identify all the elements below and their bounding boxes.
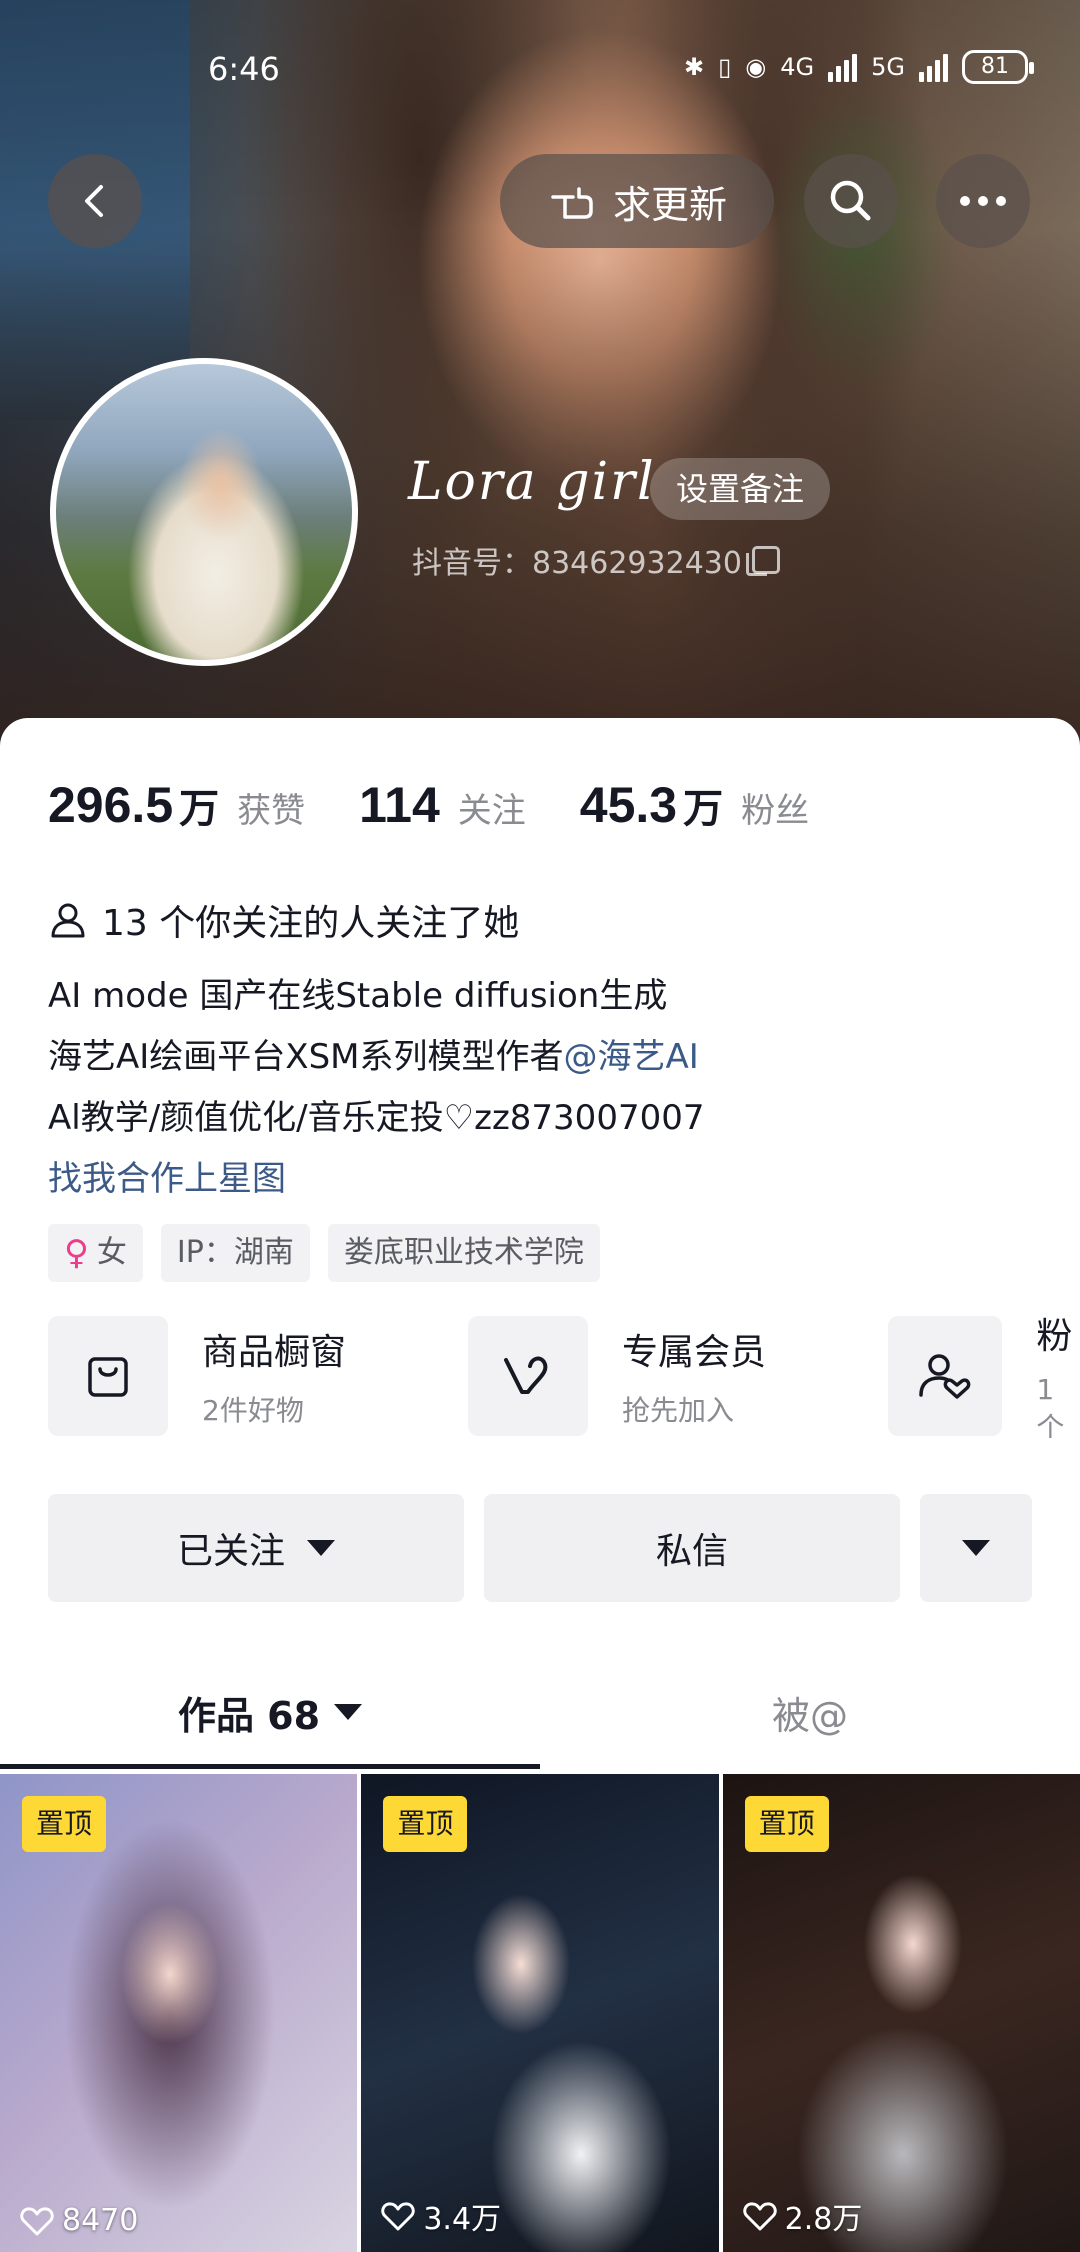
status-bar: 6:46 ✱ ▯ ◉ 4G 5G 81 bbox=[0, 40, 1080, 100]
status-icons: ✱ ▯ ◉ 4G 5G 81 bbox=[683, 50, 1034, 84]
bio-line-2-text: 海艺AI绘画平台XSM系列模型作者 bbox=[48, 1037, 564, 1077]
video-likes: 2.8万 bbox=[743, 2194, 863, 2238]
shop-window-title: 商品橱窗 bbox=[202, 1332, 347, 1373]
xingtu-cooperation-link[interactable]: 找我合作上星图 bbox=[48, 1149, 704, 1210]
status-time: 6:46 bbox=[208, 50, 280, 88]
stat-following[interactable]: 114 关注 bbox=[359, 776, 526, 834]
school-tag[interactable]: 娄底职业技术学院 bbox=[327, 1224, 600, 1282]
copy-icon[interactable] bbox=[745, 546, 780, 576]
stat-following-number: 114 bbox=[359, 777, 440, 833]
exclusive-member-sub: 抢先加入 bbox=[622, 1394, 735, 1427]
video-likes: 8470 bbox=[20, 2203, 138, 2238]
followed-button[interactable]: 已关注 bbox=[48, 1494, 464, 1602]
content-tabs: 作品 68 被@ bbox=[0, 1660, 1080, 1768]
douyin-id-row[interactable]: 抖音号：83462932430 bbox=[412, 538, 780, 582]
video-thumbnail[interactable]: 置顶 8470 bbox=[0, 1774, 358, 2252]
message-button[interactable]: 私信 bbox=[484, 1494, 900, 1602]
signal-icon-2 bbox=[919, 52, 948, 82]
more-button[interactable] bbox=[936, 154, 1030, 248]
bio-line-1: AI mode 国产在线Stable diffusion生成 bbox=[48, 976, 668, 1016]
service-entries: 商品橱窗 2件好物 专属会员 抢先加入 粉 1个 bbox=[48, 1314, 1080, 1438]
gender-text: 女 bbox=[96, 1235, 127, 1270]
person-icon bbox=[51, 903, 85, 938]
set-remark-button[interactable]: 设置备注 bbox=[650, 458, 831, 520]
search-button[interactable] bbox=[804, 154, 898, 248]
video-likes: 3.4万 bbox=[381, 2194, 501, 2238]
profile-stats: 296.5 万 获赞 114 关注 45.3 万 粉丝 bbox=[48, 776, 863, 834]
stat-likes-label: 获赞 bbox=[237, 791, 306, 831]
caret-down-icon bbox=[962, 1540, 990, 1556]
chevron-left-icon bbox=[85, 185, 103, 217]
request-update-label: 求更新 bbox=[612, 182, 727, 227]
stat-likes-unit: 万 bbox=[179, 786, 220, 832]
stat-followers-unit: 万 bbox=[683, 786, 724, 832]
female-icon: ♀ bbox=[64, 1233, 89, 1273]
caret-down-icon bbox=[307, 1540, 335, 1556]
ip-location-tag: IP：湖南 bbox=[160, 1224, 310, 1282]
tab-works[interactable]: 作品 68 bbox=[0, 1660, 540, 1764]
stat-followers-number: 45.3 bbox=[579, 777, 678, 833]
bluetooth-icon: ✱ bbox=[683, 53, 705, 81]
video-likes-count: 8470 bbox=[62, 2203, 139, 2238]
search-icon bbox=[830, 180, 871, 221]
more-dots-icon bbox=[960, 196, 1006, 206]
signal-icon bbox=[828, 52, 858, 82]
video-likes-count: 3.4万 bbox=[423, 2202, 502, 2237]
fan-group-title: 粉 bbox=[1036, 1315, 1073, 1357]
profile-nickname: Lora girl bbox=[408, 452, 656, 512]
shop-window-sub: 2件好物 bbox=[202, 1394, 304, 1427]
exclusive-member-entry[interactable]: 专属会员 抢先加入 bbox=[468, 1314, 766, 1438]
fan-group-icon bbox=[888, 1316, 1003, 1436]
fan-group-entry[interactable]: 粉 1个 bbox=[888, 1314, 1080, 1438]
profile-actions: 已关注 私信 bbox=[48, 1494, 1032, 1602]
heart-icon bbox=[743, 2202, 777, 2231]
stat-likes-number: 296.5 bbox=[48, 777, 174, 833]
tab-works-label: 作品 68 bbox=[177, 1693, 321, 1738]
heart-icon bbox=[20, 2206, 54, 2235]
mutual-follow-row[interactable]: 13 个你关注的人关注了她 bbox=[48, 894, 519, 946]
pinned-badge: 置顶 bbox=[383, 1796, 468, 1852]
profile-bio: AI mode 国产在线Stable diffusion生成 海艺AI绘画平台X… bbox=[48, 966, 704, 1210]
bio-line-3: Al教学/颜值优化/音乐定投♡zz873007007 bbox=[48, 1098, 705, 1138]
v-heart-icon bbox=[468, 1316, 588, 1436]
exclusive-member-title: 专属会员 bbox=[622, 1332, 767, 1373]
network-4g-label: 4G bbox=[780, 53, 815, 81]
request-update-button[interactable]: 求更新 bbox=[500, 154, 774, 248]
active-tab-indicator bbox=[0, 1764, 540, 1769]
fan-group-sub: 1个 bbox=[1036, 1372, 1065, 1439]
heart-icon bbox=[381, 2202, 415, 2231]
network-5g-label: 5G bbox=[871, 53, 905, 81]
bio-mention-link[interactable]: @海艺AI bbox=[564, 1037, 699, 1077]
pinned-badge: 置顶 bbox=[22, 1796, 107, 1852]
battery-indicator: 81 bbox=[962, 50, 1034, 84]
douyin-id-text: 抖音号：83462932430 bbox=[412, 546, 742, 581]
more-actions-button[interactable] bbox=[920, 1494, 1032, 1602]
profile-tags: ♀ 女 IP：湖南 娄底职业技术学院 bbox=[48, 1224, 600, 1282]
back-button[interactable] bbox=[48, 154, 142, 248]
hotspot-icon: ◉ bbox=[745, 53, 767, 81]
stat-likes: 296.5 万 获赞 bbox=[48, 776, 305, 834]
bag-icon bbox=[48, 1316, 168, 1436]
avatar[interactable] bbox=[50, 358, 358, 666]
pinned-badge: 置顶 bbox=[744, 1796, 829, 1852]
video-grid: 置顶 8470 置顶 3.4万 置顶 2.8万 bbox=[0, 1774, 1080, 2252]
gender-tag: ♀ 女 bbox=[48, 1224, 143, 1282]
tab-mentioned-label: 被@ bbox=[771, 1693, 848, 1738]
video-thumbnail[interactable]: 置顶 3.4万 bbox=[361, 1774, 719, 2252]
vibrate-icon: ▯ bbox=[718, 53, 732, 81]
tab-mentioned[interactable]: 被@ bbox=[540, 1660, 1080, 1764]
stat-followers[interactable]: 45.3 万 粉丝 bbox=[580, 776, 809, 834]
caret-down-icon bbox=[334, 1704, 363, 1720]
bio-line-2: 海艺AI绘画平台XSM系列模型作者@海艺AI bbox=[48, 1027, 704, 1088]
mutual-follow-text: 13 个你关注的人关注了她 bbox=[102, 903, 520, 944]
stat-following-label: 关注 bbox=[457, 791, 526, 831]
shop-window-entry[interactable]: 商品橱窗 2件好物 bbox=[48, 1314, 346, 1438]
video-thumbnail[interactable]: 置顶 2.8万 bbox=[722, 1774, 1080, 2252]
pointing-hand-icon bbox=[551, 187, 593, 219]
video-likes-count: 2.8万 bbox=[784, 2202, 863, 2237]
profile-sheet: 296.5 万 获赞 114 关注 45.3 万 粉丝 13 个你关注的人关注了… bbox=[0, 718, 1080, 2252]
followed-label: 已关注 bbox=[176, 1531, 285, 1572]
message-label: 私信 bbox=[655, 1531, 728, 1572]
stat-followers-label: 粉丝 bbox=[741, 791, 810, 831]
